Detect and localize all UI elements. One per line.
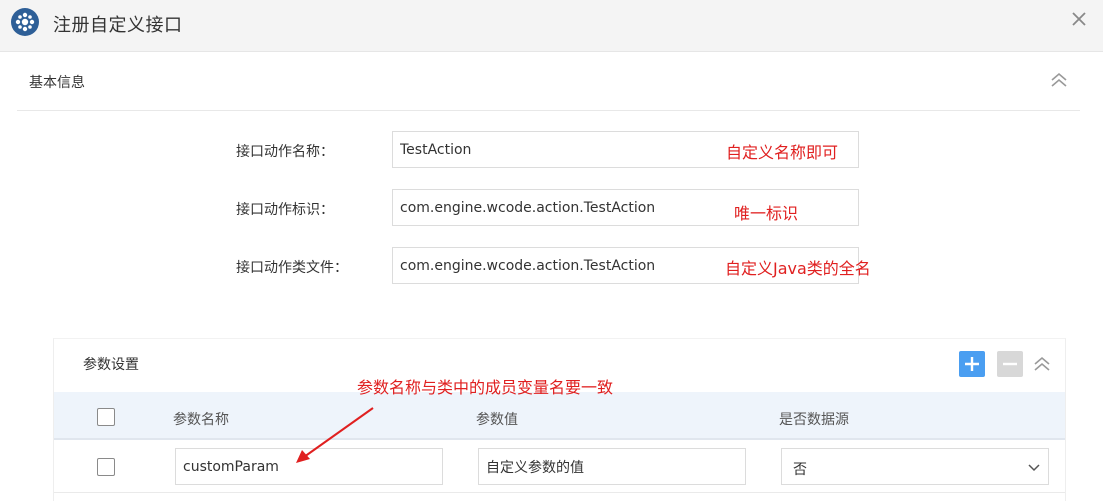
table-row: 否	[54, 441, 1065, 493]
section-title-basic-info: 基本信息	[29, 75, 85, 91]
field-label-action-name: 接口动作名称：	[236, 144, 334, 160]
row-checkbox[interactable]	[97, 458, 115, 476]
minus-icon[interactable]	[997, 351, 1023, 377]
annotation-action-name: 自定义名称即可	[726, 143, 839, 162]
annotation-action-id: 唯一标识	[734, 204, 799, 223]
dialog-title: 注册自定义接口	[53, 15, 183, 36]
param-value-input[interactable]	[478, 448, 746, 485]
is-datasource-select[interactable]: 否	[781, 448, 1049, 485]
double-chevron-up-icon[interactable]	[1050, 72, 1068, 88]
column-header-param-name: 参数名称	[173, 412, 229, 428]
gear-logo-icon	[11, 8, 39, 36]
is-datasource-value: 否	[793, 462, 807, 478]
field-label-action-class: 接口动作类文件：	[236, 260, 348, 276]
annotation-param-name: 参数名称与类中的成员变量名要一致	[357, 378, 614, 397]
params-title: 参数设置	[83, 357, 139, 373]
field-label-action-id: 接口动作标识：	[236, 202, 334, 218]
annotation-arrow-icon	[296, 407, 374, 463]
annotation-action-class: 自定义Java类的全名	[725, 259, 871, 278]
dialog-header: 注册自定义接口	[0, 0, 1103, 52]
column-header-is-datasource: 是否数据源	[779, 412, 849, 428]
column-header-param-value: 参数值	[476, 412, 518, 428]
close-icon[interactable]	[1069, 9, 1089, 29]
plus-icon[interactable]	[959, 351, 985, 377]
section-divider	[17, 110, 1080, 111]
params-table-header: 参数名称 参数值 是否数据源	[54, 392, 1065, 440]
select-all-checkbox[interactable]	[97, 408, 115, 426]
chevron-down-icon	[1028, 464, 1040, 472]
double-chevron-up-icon[interactable]	[1033, 356, 1051, 372]
